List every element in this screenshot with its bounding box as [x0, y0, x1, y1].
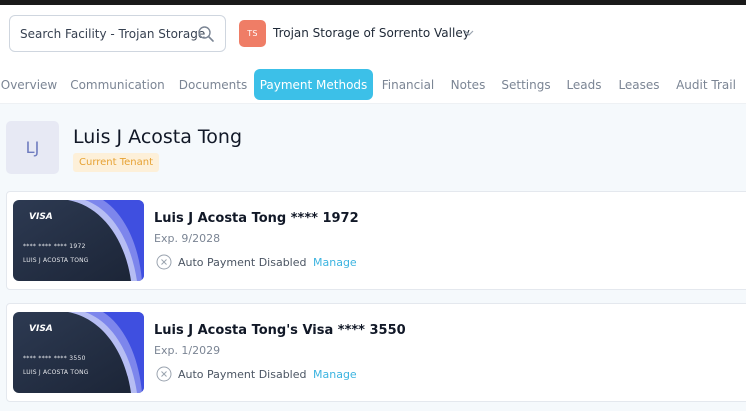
tab-leases[interactable]: Leases [617, 69, 661, 100]
x-circle-icon [156, 366, 172, 382]
payment-method-expiry: Exp. 1/2029 [154, 344, 221, 357]
tab-leads[interactable]: Leads [565, 69, 603, 100]
x-circle-icon [156, 254, 172, 270]
auto-payment-status: Auto Payment Disabled [178, 368, 307, 381]
tab-communication[interactable]: Communication [70, 69, 165, 100]
chevron-down-icon[interactable] [463, 27, 475, 39]
credit-card-image: VISA **** **** **** 1972 LUIS J ACOSTA T… [13, 200, 144, 281]
facility-search-input[interactable]: Search Facility - Trojan Storage [9, 15, 226, 52]
tab-documents[interactable]: Documents [178, 69, 248, 100]
facility-name[interactable]: Trojan Storage of Sorrento Valley [273, 26, 470, 40]
main-content: LJ Luis J Acosta Tong Current Tenant VIS… [0, 104, 746, 411]
tab-payment-methods[interactable]: Payment Methods [254, 69, 373, 100]
header: Search Facility - Trojan Storage TS Troj… [0, 5, 746, 64]
payment-method-expiry: Exp. 9/2028 [154, 232, 221, 245]
tab-settings[interactable]: Settings [500, 69, 552, 100]
card-number-masked: **** **** **** 1972 [23, 243, 86, 250]
facility-search-value: Search Facility - Trojan Storage [20, 26, 206, 41]
tab-overview[interactable]: Overview [0, 69, 58, 100]
tenant-avatar: LJ [6, 121, 59, 174]
tenant-name: Luis J Acosta Tong [73, 126, 243, 148]
manage-auto-payment-link[interactable]: Manage [313, 368, 357, 381]
payment-method-card: VISA **** **** **** 3550 LUIS J ACOSTA T… [6, 303, 746, 402]
manage-auto-payment-link[interactable]: Manage [313, 256, 357, 269]
search-icon[interactable] [197, 25, 215, 43]
card-brand-logo: VISA [29, 212, 53, 222]
card-holder-name: LUIS J ACOSTA TONG [23, 257, 89, 264]
facility-avatar: TS [239, 20, 266, 47]
tab-notes[interactable]: Notes [449, 69, 487, 100]
card-number-masked: **** **** **** 3550 [23, 355, 86, 362]
payment-method-card: VISA **** **** **** 1972 LUIS J ACOSTA T… [6, 191, 746, 290]
tenant-status-badge: Current Tenant [73, 153, 160, 172]
tab-financial[interactable]: Financial [380, 69, 436, 100]
payment-method-title: Luis J Acosta Tong's Visa **** 3550 [154, 323, 406, 338]
credit-card-image: VISA **** **** **** 3550 LUIS J ACOSTA T… [13, 312, 144, 393]
auto-payment-status: Auto Payment Disabled [178, 256, 307, 269]
tab-bar: Overview Communication Documents Payment… [0, 64, 746, 104]
card-holder-name: LUIS J ACOSTA TONG [23, 369, 89, 376]
payment-method-title: Luis J Acosta Tong **** 1972 [154, 211, 359, 226]
tab-audit-trail[interactable]: Audit Trail [674, 69, 738, 100]
card-brand-logo: VISA [29, 324, 53, 334]
